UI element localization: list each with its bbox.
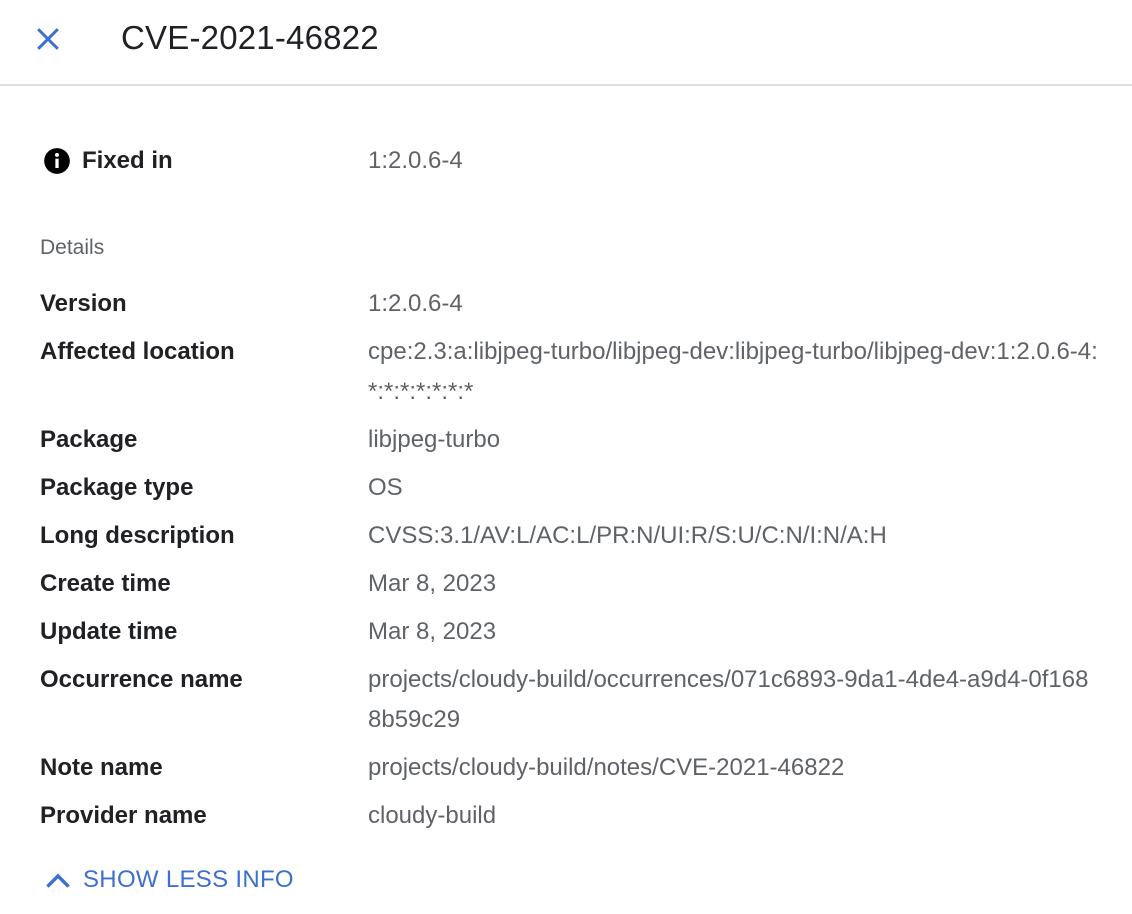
detail-row-note-name: Note name projects/cloudy-build/notes/CV… bbox=[0, 748, 1132, 788]
detail-value: projects/cloudy-build/occurrences/071c68… bbox=[368, 666, 1089, 733]
detail-key: Package bbox=[40, 426, 138, 453]
detail-row-affected-location: Affected location cpe:2.3:a:libjpeg-turb… bbox=[0, 332, 1132, 412]
detail-key: Note name bbox=[40, 754, 163, 781]
chevron-up-icon bbox=[42, 864, 74, 896]
close-button[interactable] bbox=[28, 19, 68, 59]
detail-key: Version bbox=[40, 290, 127, 317]
fixed-in-label-group: Fixed in bbox=[43, 140, 173, 182]
show-less-info-label: SHOW LESS INFO bbox=[83, 866, 294, 893]
detail-key: Provider name bbox=[40, 802, 207, 829]
detail-row-provider-name: Provider name cloudy-build bbox=[0, 796, 1132, 836]
details-section-label: Details bbox=[40, 236, 105, 259]
detail-row-long-description: Long description CVSS:3.1/AV:L/AC:L/PR:N… bbox=[0, 516, 1132, 556]
detail-value: projects/cloudy-build/notes/CVE-2021-468… bbox=[368, 754, 845, 781]
detail-row-create-time: Create time Mar 8, 2023 bbox=[0, 564, 1132, 604]
detail-key: Package type bbox=[40, 474, 194, 501]
detail-row-package: Package libjpeg-turbo bbox=[0, 420, 1132, 460]
panel-header: CVE-2021-46822 bbox=[0, 0, 1132, 86]
detail-value: cloudy-build bbox=[368, 802, 497, 829]
page-title: CVE-2021-46822 bbox=[121, 19, 379, 56]
fixed-in-value: 1:2.0.6-4 bbox=[368, 147, 463, 174]
detail-key: Long description bbox=[40, 522, 235, 549]
detail-key: Create time bbox=[40, 570, 171, 597]
detail-row-package-type: Package type OS bbox=[0, 468, 1132, 508]
detail-value: libjpeg-turbo bbox=[368, 426, 501, 453]
detail-value: 1:2.0.6-4 bbox=[368, 290, 463, 317]
detail-row-version: Version 1:2.0.6-4 bbox=[0, 284, 1132, 324]
detail-value: cpe:2.3:a:libjpeg-turbo/libjpeg-dev:libj… bbox=[368, 338, 1098, 405]
detail-value: Mar 8, 2023 bbox=[368, 618, 497, 645]
fixed-in-row: Fixed in 1:2.0.6-4 bbox=[0, 140, 1132, 182]
close-icon bbox=[37, 28, 59, 50]
detail-value: CVSS:3.1/AV:L/AC:L/PR:N/UI:R/S:U/C:N/I:N… bbox=[368, 522, 887, 549]
detail-value: OS bbox=[368, 474, 403, 501]
detail-value: Mar 8, 2023 bbox=[368, 570, 497, 597]
detail-row-occurrence-name: Occurrence name projects/cloudy-build/oc… bbox=[0, 660, 1132, 740]
info-icon bbox=[43, 147, 71, 175]
detail-row-update-time: Update time Mar 8, 2023 bbox=[0, 612, 1132, 652]
show-less-info-button[interactable]: SHOW LESS INFO bbox=[42, 860, 294, 900]
details-list: Version 1:2.0.6-4 Affected location cpe:… bbox=[0, 284, 1132, 844]
fixed-in-label: Fixed in bbox=[82, 147, 173, 174]
detail-key: Update time bbox=[40, 618, 178, 645]
detail-key: Affected location bbox=[40, 338, 235, 365]
detail-key: Occurrence name bbox=[40, 666, 243, 693]
